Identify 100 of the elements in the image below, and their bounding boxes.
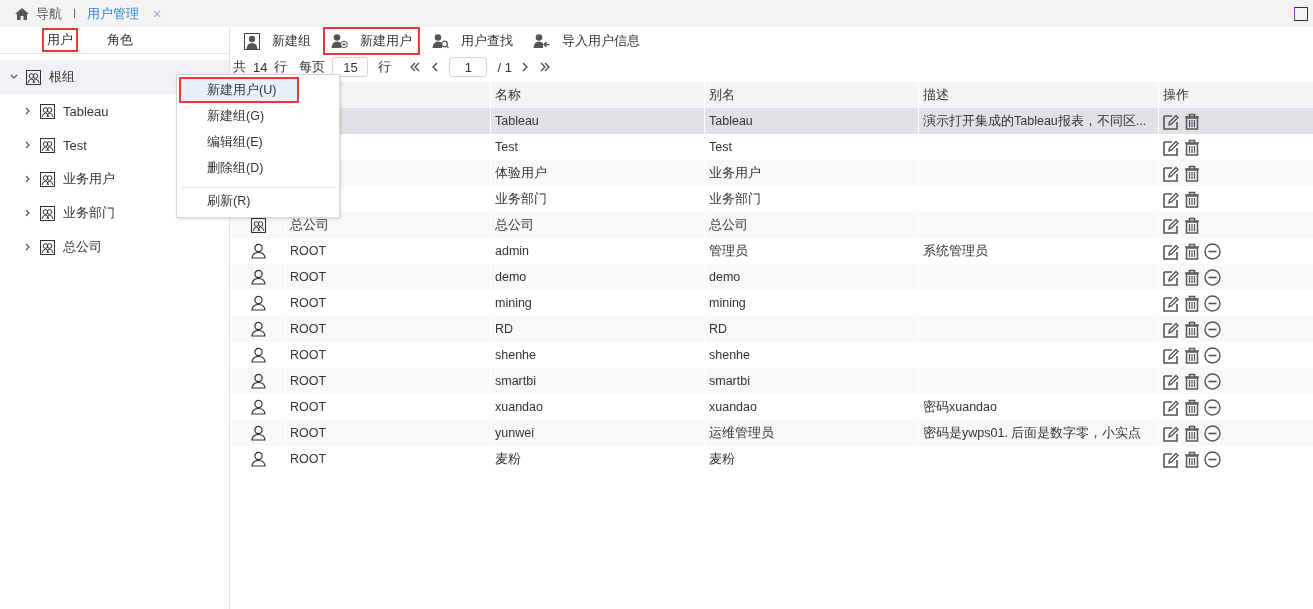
menu-item[interactable]: 删除组(D) xyxy=(179,155,337,181)
edit-icon[interactable] xyxy=(1163,190,1180,208)
alias-cell: 业务用户 xyxy=(709,165,761,180)
edit-icon[interactable] xyxy=(1163,138,1180,156)
menu-item[interactable]: 刷新(R) xyxy=(179,185,337,215)
side-tab[interactable]: 用户 xyxy=(41,28,78,52)
alias-cell: mining xyxy=(709,296,746,310)
trash-icon[interactable] xyxy=(1184,190,1200,208)
edit-icon[interactable] xyxy=(1163,242,1180,260)
trash-icon[interactable] xyxy=(1184,138,1200,156)
trash-icon[interactable] xyxy=(1184,424,1200,442)
trash-icon[interactable] xyxy=(1184,294,1200,312)
alias-cell: Tableau xyxy=(709,114,753,128)
edit-icon[interactable] xyxy=(1163,112,1180,130)
last-page-icon[interactable] xyxy=(538,61,551,73)
trash-icon[interactable] xyxy=(1184,164,1200,182)
minus-circle-icon[interactable] xyxy=(1204,346,1221,364)
edit-icon[interactable] xyxy=(1163,320,1180,338)
minus-circle-icon[interactable] xyxy=(1204,450,1221,468)
edit-icon[interactable] xyxy=(1163,216,1180,234)
toolbar-button[interactable]: 用户查找 xyxy=(424,30,521,52)
group-icon xyxy=(26,69,41,85)
add-user-icon[interactable] xyxy=(331,33,348,49)
name-cell: shenhe xyxy=(495,348,536,362)
name-cell: Test xyxy=(495,140,518,154)
tree-item[interactable]: 业务部门 xyxy=(0,196,170,230)
edit-icon[interactable] xyxy=(1163,372,1180,390)
user-icon xyxy=(250,295,266,311)
parent-cell: ROOT xyxy=(290,322,327,336)
tree-label: 业务部门 xyxy=(63,204,115,222)
tree-item[interactable]: Tableau xyxy=(0,94,170,128)
minus-circle-icon[interactable] xyxy=(1204,268,1221,286)
parent-cell: ROOT xyxy=(290,348,327,362)
edit-icon[interactable] xyxy=(1163,346,1180,364)
trash-icon[interactable] xyxy=(1184,320,1200,338)
restore-window-icon[interactable] xyxy=(1294,6,1308,21)
name-cell: xuandao xyxy=(495,400,543,414)
first-page-icon[interactable] xyxy=(409,61,422,73)
tree-label: 总公司 xyxy=(63,238,102,256)
search-user-icon[interactable] xyxy=(432,33,449,49)
alias-cell: 总公司 xyxy=(709,217,748,232)
toolbar-button[interactable]: 新建用户 xyxy=(323,27,420,55)
minus-circle-icon[interactable] xyxy=(1204,294,1221,312)
trash-icon[interactable] xyxy=(1184,450,1200,468)
minus-circle-icon[interactable] xyxy=(1204,424,1221,442)
user-icon xyxy=(250,269,266,285)
page-field[interactable]: 1 xyxy=(449,57,488,77)
page-size-field[interactable]: 15 xyxy=(332,57,369,77)
toolbar-button[interactable]: 新建组 xyxy=(236,30,319,52)
menu-item[interactable]: 新建用户(U) xyxy=(179,77,299,103)
nav-tab[interactable]: 用户管理 xyxy=(87,4,139,23)
side-tab[interactable]: 角色 xyxy=(101,28,138,52)
tree-item[interactable]: Test xyxy=(0,128,170,162)
import-user-icon[interactable] xyxy=(533,33,550,49)
chevron-right-icon[interactable] xyxy=(25,175,31,183)
column-header: 名称 xyxy=(490,82,705,108)
user-frame-icon[interactable] xyxy=(244,32,260,50)
group-icon xyxy=(40,171,55,187)
name-cell: Tableau xyxy=(495,114,539,128)
edit-icon[interactable] xyxy=(1163,424,1180,442)
chevron-right-icon[interactable] xyxy=(25,209,31,217)
edit-icon[interactable] xyxy=(1163,450,1180,468)
trash-icon[interactable] xyxy=(1184,346,1200,364)
tree-item[interactable]: 总公司 xyxy=(0,230,170,264)
trash-icon[interactable] xyxy=(1184,216,1200,234)
trash-icon[interactable] xyxy=(1184,372,1200,390)
trash-icon[interactable] xyxy=(1184,398,1200,416)
edit-icon[interactable] xyxy=(1163,164,1180,182)
chevron-right-icon[interactable] xyxy=(25,107,31,115)
user-icon xyxy=(250,425,266,441)
parent-cell: ROOT xyxy=(290,374,327,388)
trash-icon[interactable] xyxy=(1184,242,1200,260)
trash-icon[interactable] xyxy=(1184,112,1200,130)
alias-cell: 业务部门 xyxy=(709,191,761,206)
name-cell: RD xyxy=(495,322,514,336)
minus-circle-icon[interactable] xyxy=(1204,372,1221,390)
pager-label: 共 xyxy=(233,58,246,76)
alias-cell: 麦粉 xyxy=(709,451,735,466)
trash-icon[interactable] xyxy=(1184,268,1200,286)
parent-cell: ROOT xyxy=(290,452,327,466)
row-count: 14 xyxy=(253,59,268,75)
edit-icon[interactable] xyxy=(1163,294,1180,312)
menu-item[interactable]: 新建组(G) xyxy=(179,103,337,129)
chevron-right-icon[interactable] xyxy=(25,141,31,149)
alias-cell: xuandao xyxy=(709,400,757,414)
toolbar-button[interactable]: 导入用户信息 xyxy=(525,30,648,52)
tree-item[interactable]: 业务用户 xyxy=(0,162,170,196)
menu-item[interactable]: 编辑组(E) xyxy=(179,129,337,155)
edit-icon[interactable] xyxy=(1163,268,1180,286)
chevron-right-icon[interactable] xyxy=(25,243,31,251)
pager-label: 行 xyxy=(274,58,288,76)
minus-circle-icon[interactable] xyxy=(1204,320,1221,338)
chevron-down-icon[interactable] xyxy=(10,74,18,80)
nav-tab[interactable]: 导航 xyxy=(14,4,62,23)
minus-circle-icon[interactable] xyxy=(1204,242,1221,260)
name-cell: yunwei xyxy=(495,426,534,440)
edit-icon[interactable] xyxy=(1163,398,1180,416)
minus-circle-icon[interactable] xyxy=(1204,398,1221,416)
name-cell: admin xyxy=(495,244,530,258)
user-icon xyxy=(250,399,266,415)
